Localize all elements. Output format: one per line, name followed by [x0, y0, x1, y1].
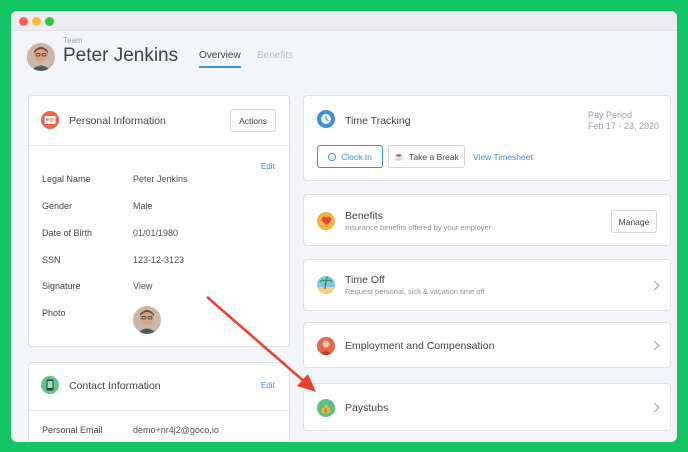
card-title: Paystubs	[345, 402, 389, 414]
personal-information-card: Personal Information Actions Edit Legal …	[28, 95, 290, 347]
page-title: Peter Jenkins	[63, 45, 179, 66]
field-value: Male	[133, 201, 153, 211]
field-value: 123-12-3123	[133, 255, 185, 265]
money-bag-icon: $	[317, 399, 335, 417]
card-subtitle: Request personal, sick & vacation time o…	[345, 287, 485, 296]
coffee-icon: ☕	[394, 152, 405, 161]
phone-icon	[41, 376, 59, 394]
chevron-right-icon	[649, 340, 660, 351]
field-label: SSN	[42, 255, 61, 265]
chevron-right-icon	[649, 402, 660, 413]
divider	[29, 410, 289, 411]
svg-text:$: $	[324, 408, 327, 414]
field-value: demo+nr4j2@goco.io	[133, 425, 219, 435]
beach-icon	[317, 276, 335, 294]
take-a-break-button[interactable]: ☕ Take a Break	[388, 145, 465, 168]
close-window-button[interactable]	[19, 17, 28, 26]
pay-period-label: Pay Period	[588, 110, 633, 120]
field-label: Personal Email	[42, 425, 103, 435]
card-title: Contact Information	[69, 380, 161, 392]
profile-header: Team Peter Jenkins Overview Benefits	[11, 31, 677, 87]
field-label: Signature	[42, 281, 81, 291]
time-tracking-card: Time Tracking Pay Period Feb 17 - 23, 20…	[303, 95, 671, 181]
field-label: Date of Birth	[42, 228, 93, 238]
tab-benefits[interactable]: Benefits	[257, 50, 293, 61]
signature-view-link[interactable]: View	[133, 281, 152, 291]
field-label: Legal Name	[42, 174, 91, 184]
edit-link[interactable]: Edit	[261, 381, 275, 390]
contact-information-card: Contact Information Edit Personal Email …	[28, 362, 290, 442]
minimize-window-button[interactable]	[32, 17, 41, 26]
id-card-icon	[41, 111, 59, 129]
field-value: Peter Jenkins	[133, 174, 188, 184]
field-value: 01/01/1980	[133, 228, 179, 238]
time-off-card[interactable]: Time Off Request personal, sick & vacati…	[303, 259, 671, 311]
edit-link[interactable]: Edit	[261, 162, 275, 171]
pay-period-value: Feb 17 - 23, 2020	[588, 121, 660, 131]
manage-button[interactable]: Manage	[611, 210, 657, 233]
clock-in-label: Clock In	[341, 151, 372, 162]
person-icon	[317, 337, 335, 355]
clock-icon	[328, 152, 337, 161]
maximize-window-button[interactable]	[45, 17, 54, 26]
field-label: Gender	[42, 201, 73, 211]
card-title: Time Tracking	[345, 115, 411, 127]
team-label: Team	[63, 36, 83, 45]
heart-icon	[317, 212, 335, 230]
clock-in-button[interactable]: Clock In	[317, 145, 383, 168]
app-window: Team Peter Jenkins Overview Benefits Per…	[11, 11, 677, 442]
field-label: Photo	[42, 308, 66, 318]
actions-button[interactable]: Actions	[230, 109, 276, 132]
card-title: Time Off	[345, 274, 385, 286]
chevron-right-icon	[649, 280, 660, 291]
view-timesheet-link[interactable]: View Timesheet	[473, 152, 533, 162]
card-subtitle: Insurance benefits offered by your emplo…	[345, 223, 492, 232]
employment-compensation-card[interactable]: Employment and Compensation	[303, 322, 671, 368]
photo-thumbnail[interactable]	[133, 306, 161, 334]
divider	[29, 145, 289, 146]
paystubs-card[interactable]: $ Paystubs	[303, 383, 671, 431]
card-title: Employment and Compensation	[345, 340, 495, 352]
avatar	[27, 43, 55, 71]
benefits-card: Benefits Insurance benefits offered by y…	[303, 194, 671, 246]
take-a-break-label: Take a Break	[409, 151, 459, 162]
clock-icon	[317, 110, 335, 128]
tab-overview[interactable]: Overview	[199, 50, 241, 68]
window-titlebar	[11, 11, 677, 31]
card-title: Personal Information	[69, 115, 166, 127]
card-title: Benefits	[345, 210, 383, 222]
